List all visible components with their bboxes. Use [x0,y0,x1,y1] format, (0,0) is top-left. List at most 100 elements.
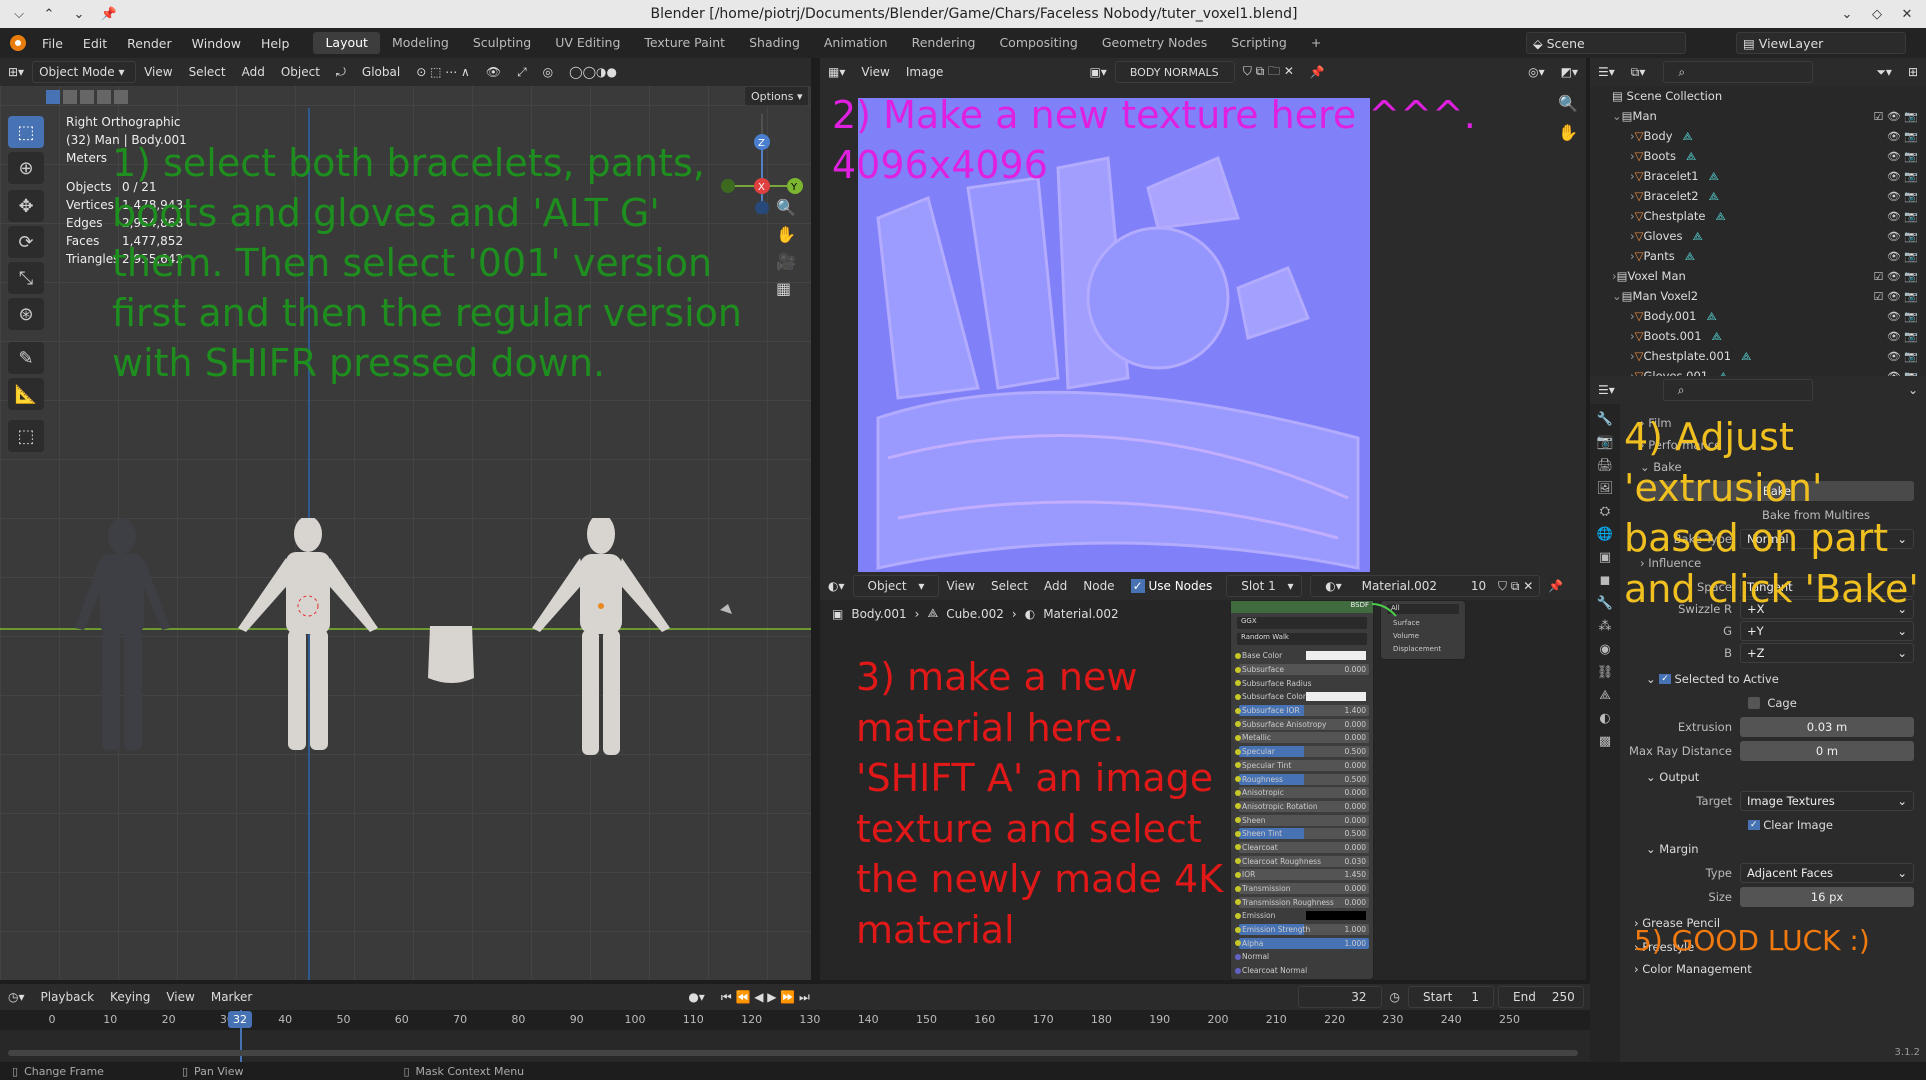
editor-type-icon[interactable]: ☰▾ [1590,65,1623,79]
node-input-row[interactable]: Subsurface Anisotropy 0.000 [1235,717,1369,731]
tab-texture-paint[interactable]: Texture Paint [632,32,737,54]
input-socket[interactable] [1235,926,1241,933]
swizzle-b-dropdown[interactable]: +Z ⌄ [1740,643,1914,663]
node-input-row[interactable]: Subsurface Radius [1235,676,1369,690]
shading-modes-icon[interactable]: ◯◯◑● [561,65,625,79]
input-socket[interactable] [1235,776,1241,783]
menu-playback[interactable]: Playback [33,990,103,1004]
visibility-toggle-icon[interactable]: ☑ 👁 📷 [1873,290,1918,303]
node-input-row[interactable]: Emission Strength 1.000 [1235,923,1369,937]
breadcrumb-object[interactable]: Body.001 [851,607,906,621]
minimize-icon[interactable]: ⌄ [1836,3,1858,25]
menu-render[interactable]: Render [117,36,182,51]
scale-icon[interactable]: ⤡ [8,262,44,294]
properties-editor[interactable]: ☰▾ ⌕ ⌄ 🔧 📷 🖨 🖼 ⛭ 🌐 ▣ ◼ 🔧 ⁂ ◉ ⛓ ⟁ ◐ ▩ › F… [1590,376,1926,1062]
timeline[interactable]: ◷▾ Playback Keying View Marker ●▾ ⏮ ⏪ ◀ … [0,984,1590,1062]
node-input-row[interactable]: Metallic 0.000 [1235,731,1369,745]
subsurface-method-dropdown[interactable]: Random Walk [1237,633,1367,645]
node-input-row[interactable]: Transmission 0.000 [1235,882,1369,896]
outliner-item[interactable]: › ▽ Boots.001 ⟁ 👁 📷 [1590,326,1926,346]
visibility-toggle-icon[interactable]: 👁 📷 [1887,330,1918,343]
input-socket[interactable] [1235,666,1241,673]
visibility-toggle-icon[interactable]: 👁 📷 [1887,250,1918,263]
node-input-row[interactable]: Subsurface Color [1235,690,1369,704]
current-frame-field[interactable]: 32 [1297,986,1382,1008]
display-mode-icon[interactable]: ⧉▾ [1623,65,1654,80]
visibility-toggle-icon[interactable]: 👁 📷 [1887,350,1918,363]
visibility-toggle-icon[interactable]: 👁 📷 [1887,230,1918,243]
input-socket[interactable] [1235,748,1241,755]
grid-view-icon[interactable]: ▦ [776,279,796,298]
tab-rendering[interactable]: Rendering [900,32,988,54]
mode-dropdown[interactable]: Object Mode ▾ [32,61,137,83]
breadcrumb-material[interactable]: Material.002 [1043,607,1118,621]
mesh-data-icon[interactable]: ⟁ [1685,249,1695,264]
cursor-icon[interactable]: ⊕ [8,152,44,184]
slot-dropdown[interactable]: Slot 1 ▾ [1226,575,1303,597]
shader-editor[interactable]: ◐▾ Object ▾ View Select Add Node ✓ Use N… [820,572,1586,980]
menu-keying[interactable]: Keying [102,990,158,1004]
move-icon[interactable]: ✥ [8,190,44,222]
pin-icon[interactable]: 📌 [1540,579,1571,593]
image-name-field[interactable]: BODY NORMALS [1114,61,1235,83]
select-box-icon[interactable]: ⬚ [8,116,44,148]
target-dropdown[interactable]: Image Textures ⌄ [1740,791,1914,811]
start-frame-field[interactable]: Start 1 [1408,986,1494,1008]
node-input-row[interactable]: Base Color [1235,649,1369,663]
node-input-row[interactable]: Transmission Roughness 0.000 [1235,895,1369,909]
voxel-character[interactable] [75,518,170,750]
outliner-item[interactable]: › ▽ Bracelet2 ⟁ 👁 📷 [1590,186,1926,206]
output-socket-volume[interactable]: Volume [1393,630,1465,643]
tab-modeling[interactable]: Modeling [380,32,461,54]
menu-select[interactable]: Select [181,65,234,79]
panel-margin[interactable]: ⌄ Margin [1590,838,1926,860]
node-input-row[interactable]: Specular Tint 0.000 [1235,759,1369,773]
node-input-row[interactable]: Clearcoat Normal [1235,964,1369,978]
add-workspace-icon[interactable]: + [1299,32,1333,54]
menu-object[interactable]: Object [273,65,328,79]
node-input-row[interactable]: Emission [1235,909,1369,923]
light-object[interactable] [720,604,732,614]
outliner-item[interactable]: › ▽ Chestplate.001 ⟁ 👁 📷 [1590,346,1926,366]
node-input-row[interactable]: Anisotropic Rotation 0.000 [1235,800,1369,814]
visibility-toggle-icon[interactable]: 👁 📷 [1887,170,1918,183]
gizmo-icon[interactable]: ⤢ [509,65,535,80]
image-browse-icon[interactable]: ▣▾ [1081,65,1114,79]
node-input-row[interactable]: Anisotropic 0.000 [1235,786,1369,800]
menu-select[interactable]: Select [983,579,1036,593]
pin-icon[interactable]: 📌 [98,3,120,25]
visibility-toggle-icon[interactable]: 👁 📷 [1887,150,1918,163]
outliner-item[interactable]: › ▽ Gloves ⟁ 👁 📷 [1590,226,1926,246]
overlay-icon[interactable]: ◎ [535,65,561,79]
character-models[interactable] [70,518,770,818]
tab-geometry-nodes[interactable]: Geometry Nodes [1090,32,1219,54]
chestplate-object[interactable] [428,626,474,683]
margin-type-dropdown[interactable]: Adjacent Faces ⌄ [1740,863,1914,883]
menu-view[interactable]: View [939,579,983,593]
menu-view[interactable]: View [158,990,202,1004]
menu-help[interactable]: Help [251,36,300,51]
menu-file[interactable]: File [32,36,73,51]
scene-collection[interactable]: ▤ Scene Collection [1590,86,1926,106]
mesh-data-icon[interactable]: ⟁ [1706,309,1716,324]
mesh-data-icon[interactable]: ⟁ [1683,129,1693,144]
extrusion-field[interactable]: 0.03 m [1740,717,1914,737]
material-field[interactable]: ◐▾ Material.002 10 ⛉ ⧉ ✕ [1310,575,1541,597]
tab-scripting[interactable]: Scripting [1219,32,1299,54]
chevron-down-icon[interactable]: ⌵ [8,3,30,25]
editor-type-icon[interactable]: ◷▾ [0,990,33,1004]
menu-add[interactable]: Add [1036,579,1075,593]
menu-view[interactable]: View [853,65,897,79]
base-character[interactable] [532,518,670,755]
node-input-row[interactable]: Clearcoat Roughness 0.030 [1235,854,1369,868]
max-ray-field[interactable]: 0 m [1740,741,1914,761]
transform-icon[interactable]: ⊛ [8,298,44,330]
menu-add[interactable]: Add [234,65,273,79]
output-socket-surface[interactable]: Surface [1393,617,1465,630]
mesh-data-icon[interactable]: ⟁ [1716,209,1726,224]
selection-mode-icons[interactable] [46,86,128,108]
add-cube-icon[interactable]: ⬚ [8,420,44,452]
visibility-toggle-icon[interactable]: 👁 📷 [1887,130,1918,143]
orientation-icon[interactable]: ⤾ [328,65,354,80]
editor-type-icon[interactable]: ◐▾ [820,579,853,593]
